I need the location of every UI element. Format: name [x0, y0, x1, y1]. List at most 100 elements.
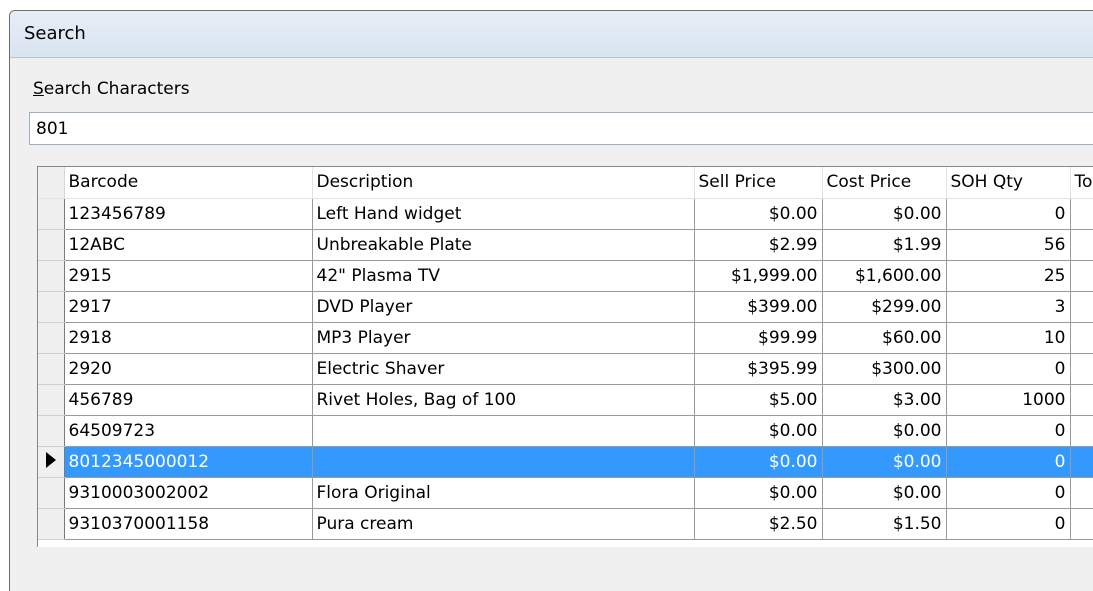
cell-sell-price[interactable]: $0.00 [694, 198, 823, 230]
table-row[interactable]: 8012345000012 $0.00 $0.00 0 [38, 446, 1093, 478]
cell-soh-qty[interactable]: 56 [946, 229, 1071, 261]
cell-total[interactable] [1070, 508, 1093, 540]
cell-cost-price[interactable]: $1,600.00 [822, 260, 947, 292]
row-header[interactable] [38, 508, 65, 540]
column-header-cost-price[interactable]: Cost Price [822, 167, 947, 199]
cell-sell-price[interactable]: $0.00 [694, 477, 823, 509]
row-header[interactable] [38, 384, 65, 416]
title-bar[interactable]: Search [10, 11, 1093, 58]
cell-description[interactable]: Pura cream [312, 508, 695, 540]
cell-barcode[interactable]: 64509723 [64, 415, 313, 447]
cell-soh-qty[interactable]: 25 [946, 260, 1071, 292]
row-header[interactable] [38, 415, 65, 447]
cell-barcode[interactable]: 123456789 [64, 198, 313, 230]
row-header-corner [38, 167, 65, 199]
cell-total[interactable] [1070, 260, 1093, 292]
cell-soh-qty[interactable]: 10 [946, 322, 1071, 354]
cell-description[interactable]: 42" Plasma TV [312, 260, 695, 292]
cell-description[interactable]: DVD Player [312, 291, 695, 323]
cell-soh-qty[interactable]: 0 [946, 198, 1071, 230]
cell-total[interactable] [1070, 477, 1093, 509]
row-header[interactable] [38, 353, 65, 385]
cell-total[interactable] [1070, 353, 1093, 385]
cell-soh-qty[interactable]: 0 [946, 446, 1071, 478]
cell-cost-price[interactable]: $3.00 [822, 384, 947, 416]
cell-soh-qty[interactable]: 0 [946, 415, 1071, 447]
cell-cost-price[interactable]: $1.99 [822, 229, 947, 261]
cell-cost-price[interactable]: $60.00 [822, 322, 947, 354]
cell-barcode[interactable]: 8012345000012 [64, 446, 313, 478]
cell-barcode[interactable]: 2915 [64, 260, 313, 292]
cell-sell-price[interactable]: $395.99 [694, 353, 823, 385]
cell-total[interactable] [1070, 229, 1093, 261]
row-header[interactable] [38, 291, 65, 323]
cell-description[interactable]: Electric Shaver [312, 353, 695, 385]
row-header[interactable] [38, 229, 65, 261]
cell-barcode[interactable]: 2918 [64, 322, 313, 354]
table-row[interactable]: 456789 Rivet Holes, Bag of 100 $5.00 $3.00 1… [38, 384, 1093, 416]
column-header-soh-qty[interactable]: SOH Qty [946, 167, 1071, 199]
cell-sell-price[interactable]: $399.00 [694, 291, 823, 323]
column-header-barcode[interactable]: Barcode [64, 167, 313, 199]
cell-sell-price[interactable]: $99.99 [694, 322, 823, 354]
cell-sell-price[interactable]: $0.00 [694, 415, 823, 447]
column-header-description[interactable]: Description [312, 167, 695, 199]
table-row[interactable]: 9310003002002 Flora Original $0.00 $0.00 0 [38, 477, 1093, 509]
cell-total[interactable] [1070, 415, 1093, 447]
cell-description[interactable]: Left Hand widget [312, 198, 695, 230]
cell-soh-qty[interactable]: 0 [946, 353, 1071, 385]
cell-total[interactable] [1070, 198, 1093, 230]
table-row[interactable]: 12ABC Unbreakable Plate $2.99 $1.99 56 [38, 229, 1093, 261]
cell-sell-price[interactable]: $2.50 [694, 508, 823, 540]
table-row[interactable]: 2918 MP3 Player $99.99 $60.00 10 [38, 322, 1093, 354]
cell-cost-price[interactable]: $0.00 [822, 198, 947, 230]
cell-barcode[interactable]: 9310003002002 [64, 477, 313, 509]
cell-barcode[interactable]: 9310370001158 [64, 508, 313, 540]
cell-cost-price[interactable]: $299.00 [822, 291, 947, 323]
cell-barcode[interactable]: 456789 [64, 384, 313, 416]
table-row[interactable]: 2920 Electric Shaver $395.99 $300.00 0 [38, 353, 1093, 385]
cell-description[interactable]: MP3 Player [312, 322, 695, 354]
row-header[interactable] [38, 322, 65, 354]
cell-sell-price[interactable]: $5.00 [694, 384, 823, 416]
cell-total[interactable] [1070, 446, 1093, 478]
current-row-arrow-icon [46, 452, 56, 468]
cell-barcode[interactable]: 12ABC [64, 229, 313, 261]
results-table: Barcode Description Sell Price Cost Pric… [38, 167, 1093, 540]
cell-description[interactable] [312, 415, 695, 447]
row-header[interactable] [38, 446, 65, 478]
cell-soh-qty[interactable]: 1000 [946, 384, 1071, 416]
cell-barcode[interactable]: 2917 [64, 291, 313, 323]
cell-sell-price[interactable]: $1,999.00 [694, 260, 823, 292]
row-header[interactable] [38, 198, 65, 230]
table-row[interactable]: 64509723 $0.00 $0.00 0 [38, 415, 1093, 447]
cell-sell-price[interactable]: $2.99 [694, 229, 823, 261]
row-header[interactable] [38, 260, 65, 292]
search-input[interactable] [29, 112, 1093, 145]
cell-cost-price[interactable]: $0.00 [822, 477, 947, 509]
table-row[interactable]: 2917 DVD Player $399.00 $299.00 3 [38, 291, 1093, 323]
cell-soh-qty[interactable]: 3 [946, 291, 1071, 323]
cell-description[interactable]: Unbreakable Plate [312, 229, 695, 261]
cell-cost-price[interactable]: $1.50 [822, 508, 947, 540]
cell-barcode[interactable]: 2920 [64, 353, 313, 385]
table-row[interactable]: 9310370001158 Pura cream $2.50 $1.50 0 [38, 508, 1093, 540]
results-grid[interactable]: Barcode Description Sell Price Cost Pric… [37, 166, 1093, 547]
cell-cost-price[interactable]: $0.00 [822, 446, 947, 478]
cell-description[interactable]: Rivet Holes, Bag of 100 [312, 384, 695, 416]
cell-cost-price[interactable]: $0.00 [822, 415, 947, 447]
column-header-sell-price[interactable]: Sell Price [694, 167, 823, 199]
cell-total[interactable] [1070, 322, 1093, 354]
cell-description[interactable] [312, 446, 695, 478]
cell-soh-qty[interactable]: 0 [946, 477, 1071, 509]
table-row[interactable]: 123456789 Left Hand widget $0.00 $0.00 0 [38, 198, 1093, 230]
cell-soh-qty[interactable]: 0 [946, 508, 1071, 540]
cell-description[interactable]: Flora Original [312, 477, 695, 509]
cell-sell-price[interactable]: $0.00 [694, 446, 823, 478]
cell-total[interactable] [1070, 291, 1093, 323]
cell-cost-price[interactable]: $300.00 [822, 353, 947, 385]
row-header[interactable] [38, 477, 65, 509]
column-header-total[interactable]: To [1070, 167, 1093, 199]
cell-total[interactable] [1070, 384, 1093, 416]
table-row[interactable]: 2915 42" Plasma TV $1,999.00 $1,600.00 25 [38, 260, 1093, 292]
